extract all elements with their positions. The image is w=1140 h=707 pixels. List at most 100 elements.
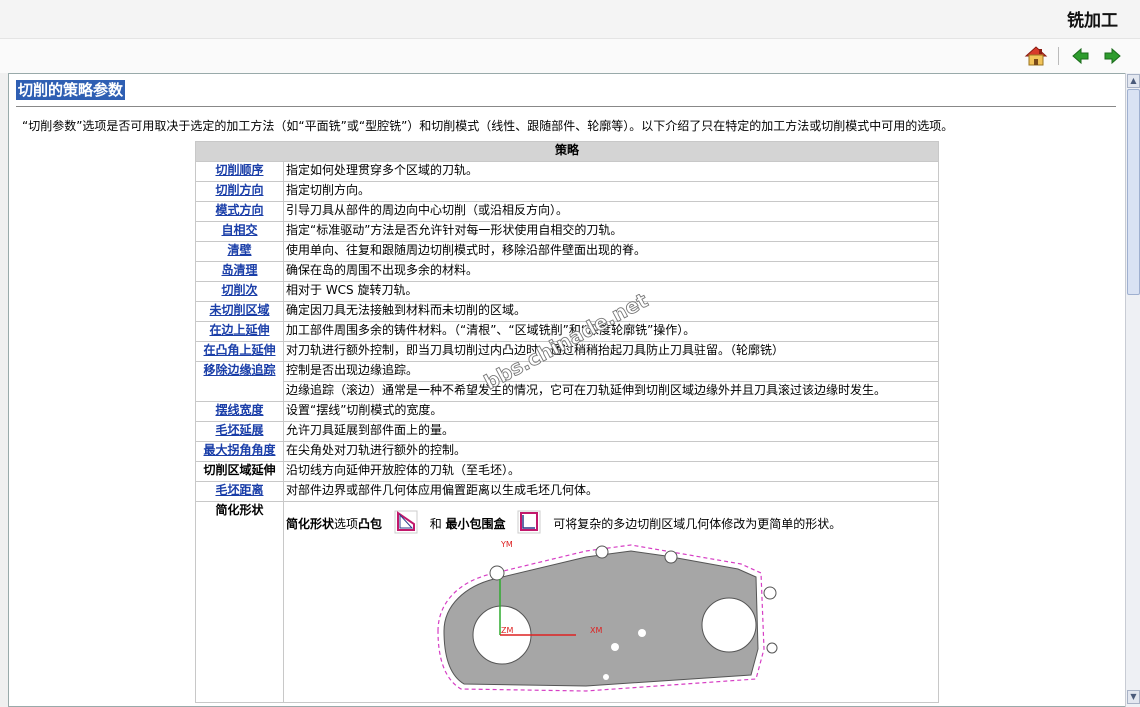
term-link[interactable]: 自相交 [221,223,257,237]
term-link[interactable]: 在凸角上延伸 [203,343,275,357]
table-row: 自相交 指定“标准驱动”方法是否允许针对每一形状使用自相交的刀轨。 [195,221,940,242]
table-row: 移除边缘追踪 控制是否出现边缘追踪。 [195,361,940,402]
table-row: 切削区域延伸 沿切线方向延伸开放腔体的刀轨（至毛坯）。 [195,461,940,482]
table-row: 在边上延伸 加工部件周围多余的铸件材料。（“清根”、“区域铣削”和“深度轮廓铣”… [195,321,940,342]
desc-cell: 对刀轨进行额外控制，即当刀具切削过内凸边时，通过稍稍抬起刀具防止刀具驻留。（轮廓… [282,341,940,362]
text-fragment: 和 [429,517,442,531]
scrollbar-thumb[interactable] [1127,89,1140,295]
term-cell: 模式方向 [195,201,284,222]
term-cell: 在凸角上延伸 [195,341,284,362]
term-cell: 岛清理 [195,261,284,282]
term-cell: 切削次 [195,281,284,302]
table-row: 毛坯延展 允许刀具延展到部件面上的量。 [195,421,940,442]
toolbar-separator [1058,47,1059,65]
term-cell: 切削区域延伸 [195,461,284,482]
desc-cell: 确保在岛的周围不出现多余的材料。 [282,261,940,282]
table-row: 简化形状 简化形状选项凸包 和 最小包围盒 可将复杂的多边切削区域几何体修改为更… [195,501,940,703]
strategy-table: 策略 切削顺序 指定如何处理贯穿多个区域的刀轨。 切削方向 指定切削方向。 模式… [194,141,940,703]
top-header: 铣加工 [0,0,1140,39]
desc-cell: 允许刀具延展到部件面上的量。 [282,421,940,442]
term-cell: 移除边缘追踪 [195,361,284,402]
page-title: 切削的策略参数 [16,80,126,100]
bounding-box-term: 最小包围盒 [445,517,506,531]
table-row: 在凸角上延伸 对刀轨进行额外控制，即当刀具切削过内凸边时，通过稍稍抬起刀具防止刀… [195,341,940,362]
text-fragment: 选项 [334,517,359,531]
vertical-scrollbar[interactable]: ▲ ▼ [1125,73,1140,707]
term-cell: 自相交 [195,221,284,242]
table-row: 最大拐角角度 在尖角处对刀轨进行额外的控制。 [195,441,940,462]
term-cell: 切削方向 [195,181,284,202]
desc-cell: 使用单向、往复和跟随周边切削模式时，移除沿部件壁面出现的脊。 [282,241,940,262]
term-cell: 简化形状 [195,501,284,703]
desc-cell: 引导刀具从部件的周边向中心切削（或沿相反方向）。 [282,201,940,222]
term-link[interactable]: 切削顺序 [215,163,263,177]
desc-cell: 指定“标准驱动”方法是否允许针对每一形状使用自相交的刀轨。 [282,221,940,242]
ym-axis-label: YM [500,540,513,549]
forward-arrow-icon[interactable] [1101,45,1125,67]
heading-divider [16,106,1116,107]
home-icon[interactable] [1024,45,1048,67]
nav-toolbar [0,39,1140,73]
term-label: 切削区域延伸 [203,463,276,477]
term-cell: 最大拐角角度 [195,441,284,462]
table-row: 毛坯距离 对部件边界或部件几何体应用偏置距离以生成毛坯几何体。 [195,481,940,502]
table-row: 边缘追踪（滚边）通常是一种不希望发生的情况，它可在刀轨延伸到切削区域边缘外并且刀… [196,381,940,402]
desc-cell: 边缘追踪（滚边）通常是一种不希望发生的情况，它可在刀轨延伸到切削区域边缘外并且刀… [282,381,940,402]
table-header: 策略 [194,141,940,162]
term-link[interactable]: 毛坯距离 [215,483,263,497]
table-row: 未切削区域 确定因刀具无法接触到材料而未切削的区域。 [195,301,940,322]
term-link[interactable]: 岛清理 [221,263,257,277]
desc-cell: 简化形状选项凸包 和 最小包围盒 可将复杂的多边切削区域几何体修改为更简单的形状… [282,501,940,703]
term-link[interactable]: 摆线宽度 [215,403,263,417]
text-fragment: 可将复杂的多边切削区域几何体修改为更简单的形状。 [553,517,842,531]
simplify-term: 简化形状 [286,517,335,531]
document-content: 切削的策略参数 “切削参数”选项是否可用取决于选定的加工方法（如“平面铣”或“型… [8,73,1127,707]
desc-cell: 控制是否出现边缘追踪。 [282,361,940,382]
xm-axis-label: XM [590,626,602,635]
desc-cell: 在尖角处对刀轨进行额外的控制。 [282,441,940,462]
desc-cell: 指定如何处理贯穿多个区域的刀轨。 [282,161,940,182]
bounding-box-icon [517,510,541,539]
term-link[interactable]: 未切削区域 [209,303,269,317]
term-link[interactable]: 最大拐角角度 [203,443,275,457]
table-row: 模式方向 引导刀具从部件的周边向中心切削（或沿相反方向）。 [195,201,940,222]
term-cell: 毛坯延展 [195,421,284,442]
term-link[interactable]: 切削次 [221,283,257,297]
desc-cell: 设置“摆线”切削模式的宽度。 [282,401,940,422]
term-cell: 毛坯距离 [195,481,284,502]
desc-cell: 沿切线方向延伸开放腔体的刀轨（至毛坯）。 [282,461,940,482]
app-title: 铣加工 [1067,11,1118,31]
part-drawing-svg: YM ZM XM [437,540,778,692]
desc-cell: 相对于 WCS 旋转刀轨。 [282,281,940,302]
back-arrow-icon[interactable] [1068,45,1092,67]
intro-paragraph: “切削参数”选项是否可用取决于选定的加工方法（如“平面铣”或“型腔铣”）和切削模… [22,119,954,133]
term-cell: 未切削区域 [195,301,284,322]
term-link[interactable]: 切削方向 [215,183,263,197]
desc-cell: 加工部件周围多余的铸件材料。（“清根”、“区域铣削”和“深度轮廓铣”操作）。 [282,321,940,342]
term-link[interactable]: 移除边缘追踪 [203,363,275,377]
term-link[interactable]: 在边上延伸 [209,323,269,337]
term-link[interactable]: 模式方向 [215,203,263,217]
table-row: 切削次 相对于 WCS 旋转刀轨。 [195,281,940,302]
term-cell: 切削顺序 [195,161,284,182]
term-link[interactable]: 清壁 [227,243,251,257]
term-link[interactable]: 毛坯延展 [215,423,263,437]
table-row: 摆线宽度 设置“摆线”切削模式的宽度。 [195,401,940,422]
term-cell: 在边上延伸 [195,321,284,342]
term-cell: 摆线宽度 [195,401,284,422]
table-row: 清壁 使用单向、往复和跟随周边切削模式时，移除沿部件壁面出现的脊。 [195,241,940,262]
table-row: 切削方向 指定切削方向。 [195,181,940,202]
desc-cell: 对部件边界或部件几何体应用偏置距离以生成毛坯几何体。 [282,481,940,502]
convex-hull-icon [394,510,418,539]
scroll-up-icon[interactable]: ▲ [1127,74,1140,88]
table-row: 岛清理 确保在岛的周围不出现多余的材料。 [195,261,940,282]
desc-cell: 指定切削方向。 [282,181,940,202]
part-drawing: YM ZM XM [286,539,936,692]
scroll-down-icon[interactable]: ▼ [1127,690,1140,704]
desc-cell: 确定因刀具无法接触到材料而未切削的区域。 [282,301,940,322]
term-cell: 清壁 [195,241,284,262]
zm-axis-label: ZM [501,626,513,635]
convex-hull-term: 凸包 [358,517,383,531]
table-row: 切削顺序 指定如何处理贯穿多个区域的刀轨。 [195,161,940,182]
simplify-description: 简化形状选项凸包 和 最小包围盒 可将复杂的多边切削区域几何体修改为更简单的形状… [286,503,936,540]
